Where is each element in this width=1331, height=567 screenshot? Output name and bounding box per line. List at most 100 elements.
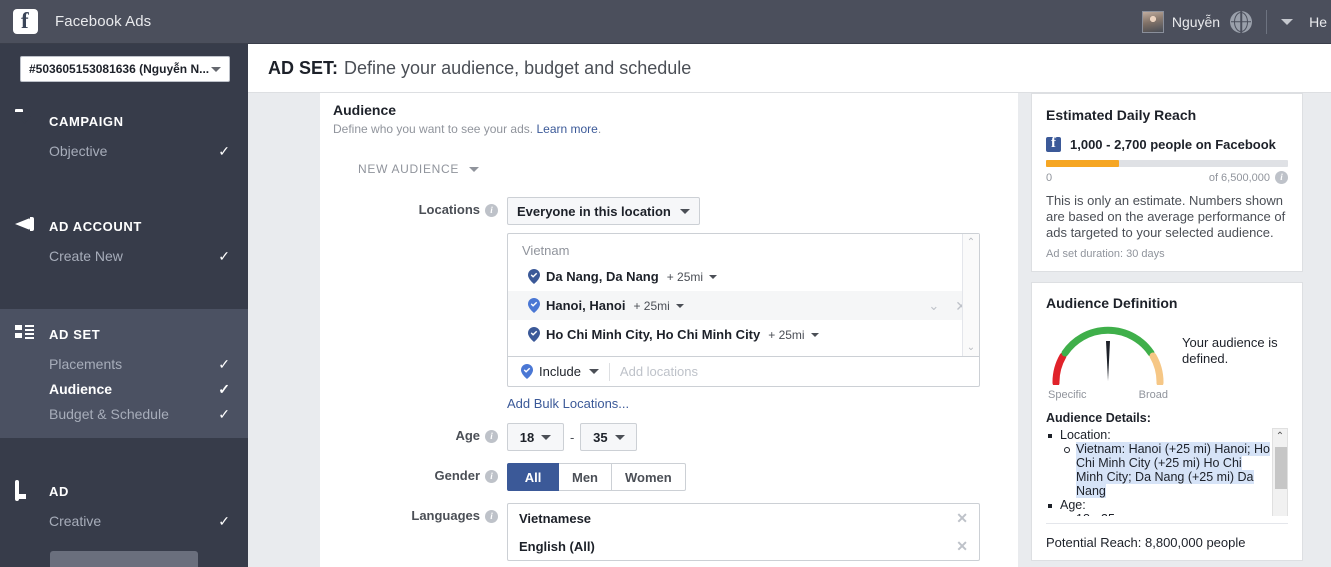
page-header: AD SET: Define your audience, budget and… [248,44,1331,93]
close-icon[interactable]: ✕ [956,538,968,555]
locations-field: Locations i Everyone in this location Vi… [333,197,1018,413]
top-bar: Facebook Ads Nguyễn He [0,0,1331,44]
location-mode-label: Everyone in this location [517,203,671,219]
info-icon[interactable]: i [485,204,498,217]
nav-head-ad-set[interactable]: AD SET [0,317,248,351]
section-subtitle: Define who you want to see your ads. Lea… [333,122,1018,136]
location-radius-label: + 25mi [768,327,805,342]
sidebar-item-creative[interactable]: Creative ✓ [0,508,248,533]
gender-option-men[interactable]: Men [559,463,612,491]
location-radius-select[interactable]: + 25mi [633,299,684,313]
estimate-note: This is only an estimate. Numbers shown … [1046,193,1286,240]
audience-details-title: Audience Details: [1046,411,1151,425]
chevron-down-icon [709,274,718,279]
sidebar-footer-button[interactable] [50,551,198,567]
age-max-value: 35 [593,429,608,445]
reach-bar-min: 0 [1046,171,1053,184]
megaphone-icon [15,217,37,235]
section-subtitle-text: Define who you want to see your ads. [333,122,534,136]
gender-option-women[interactable]: Women [612,463,686,491]
globe-icon[interactable] [1230,10,1253,33]
nav-head-ad[interactable]: AD [0,474,248,508]
nav-head-ad-account[interactable]: AD ACCOUNT [0,209,248,243]
nav-head-campaign[interactable]: CAMPAIGN [0,104,248,138]
facebook-icon [1046,135,1061,152]
sidebar-item-placements[interactable]: Placements ✓ [0,351,248,376]
location-radius-select[interactable]: + 25mi [666,269,718,284]
detail-location-value: Vietnam: Hanoi (+25 mi) Hanoi; Ho Chi Mi… [1076,442,1270,498]
location-mode-select[interactable]: Everyone in this location [507,197,700,225]
account-select[interactable]: #503605153081636 (Nguyễn N... [20,56,230,82]
location-radius-label: + 25mi [666,269,704,284]
scrollbar[interactable]: ⌃ ⌄ [962,234,979,356]
chevron-down-icon [211,66,221,72]
audience-details-body: Location: Vietnam: Hanoi (+25 mi) Hanoi;… [1046,428,1288,516]
sidebar-item-create-new[interactable]: Create New ✓ [0,243,248,268]
reach-estimate: 1,000 - 2,700 people on Facebook [1070,137,1276,152]
user-name[interactable]: Nguyễn [1172,14,1220,30]
check-icon: ✓ [218,142,230,159]
location-name: Hanoi, Hanoi [546,298,626,313]
estimated-daily-reach-card: Estimated Daily Reach 1,000 - 2,700 peop… [1031,93,1303,272]
sidebar-item-label: Placements [49,355,123,372]
gender-option-all[interactable]: All [507,463,559,491]
chevron-down-icon[interactable] [1281,18,1294,25]
scroll-up-icon[interactable]: ⌃ [1276,431,1284,442]
gender-label-text: Gender [434,468,480,483]
avatar[interactable] [1141,10,1164,33]
chevron-down-icon [810,332,819,337]
info-icon[interactable]: i [1275,171,1288,184]
scrollbar-thumb[interactable] [1275,447,1287,489]
card-title: Estimated Daily Reach [1046,107,1197,123]
chevron-down-icon[interactable]: ⌄ [928,299,939,312]
sidebar-item-label: Budget & Schedule [49,405,169,422]
scroll-up-icon[interactable]: ⌃ [967,237,975,248]
new-audience-dropdown[interactable]: NEW AUDIENCE [358,162,1018,176]
top-bar-right: Nguyễn He [1141,0,1331,43]
nav-group-campaign: CAMPAIGN Objective ✓ [0,104,248,163]
section-title: Audience [333,102,397,118]
nav-group-title: AD [49,483,69,499]
include-select[interactable]: Include [521,364,599,379]
facebook-logo-icon[interactable] [13,8,38,34]
account-select-wrap: #503605153081636 (Nguyễn N... [0,44,248,82]
gender-label: Gender i [333,463,507,491]
divider [1046,523,1288,524]
sidebar-item-audience[interactable]: Audience ✓ [0,376,248,401]
audience-definition-card: Audience Definition Specific Broad Your … [1031,282,1303,561]
location-radius-select[interactable]: + 25mi [768,327,819,342]
info-icon[interactable]: i [485,470,498,483]
location-name: Da Nang, Da Nang [546,269,659,284]
list-item[interactable]: Vietnamese ✕ [508,504,979,532]
audience-definition-gauge: Specific Broad [1046,323,1176,401]
languages-box: Vietnamese ✕ English (All) ✕ [507,503,980,561]
scrollbar[interactable]: ⌃ ⌄ [1272,428,1288,516]
add-bulk-locations-link[interactable]: Add Bulk Locations... [507,396,629,411]
nav-group-ad-set: AD SET Placements ✓ Audience ✓ Budget & … [0,309,248,438]
add-locations-input[interactable]: Add locations [620,364,698,379]
audience-definition-message: Your audience is defined. [1182,335,1278,366]
info-icon[interactable]: i [485,430,498,443]
sidebar-item-budget-schedule[interactable]: Budget & Schedule ✓ [0,401,248,426]
age-max-select[interactable]: 35 [580,423,638,451]
languages-label: Languages i [333,503,507,561]
table-row[interactable]: Hanoi, Hanoi + 25mi ⌄ ✕ [508,291,979,320]
close-icon[interactable]: ✕ [956,510,968,527]
help-menu-label[interactable]: He [1309,14,1327,30]
chevron-down-icon [675,303,684,308]
table-row[interactable]: Da Nang, Da Nang + 25mi [508,262,979,291]
learn-more-link[interactable]: Learn more [536,122,597,136]
account-select-label: #503605153081636 (Nguyễn N... [29,62,210,76]
table-row[interactable]: Ho Chi Minh City, Ho Chi Minh City + 25m… [508,320,979,349]
list-item[interactable]: English (All) ✕ [508,532,979,560]
list-item: 18 - 35 [1046,512,1270,516]
gauge-labels: Specific Broad [1048,389,1168,401]
info-icon[interactable]: i [485,510,498,523]
gender-field: Gender i All Men Women [333,463,1018,491]
reach-progress-bar [1046,160,1288,167]
sidebar-item-label: Create New [49,247,123,264]
sidebar-item-objective[interactable]: Objective ✓ [0,138,248,163]
age-min-select[interactable]: 18 [507,423,564,451]
reach-row: 1,000 - 2,700 people on Facebook [1046,135,1288,152]
scroll-down-icon[interactable]: ⌄ [967,342,975,353]
